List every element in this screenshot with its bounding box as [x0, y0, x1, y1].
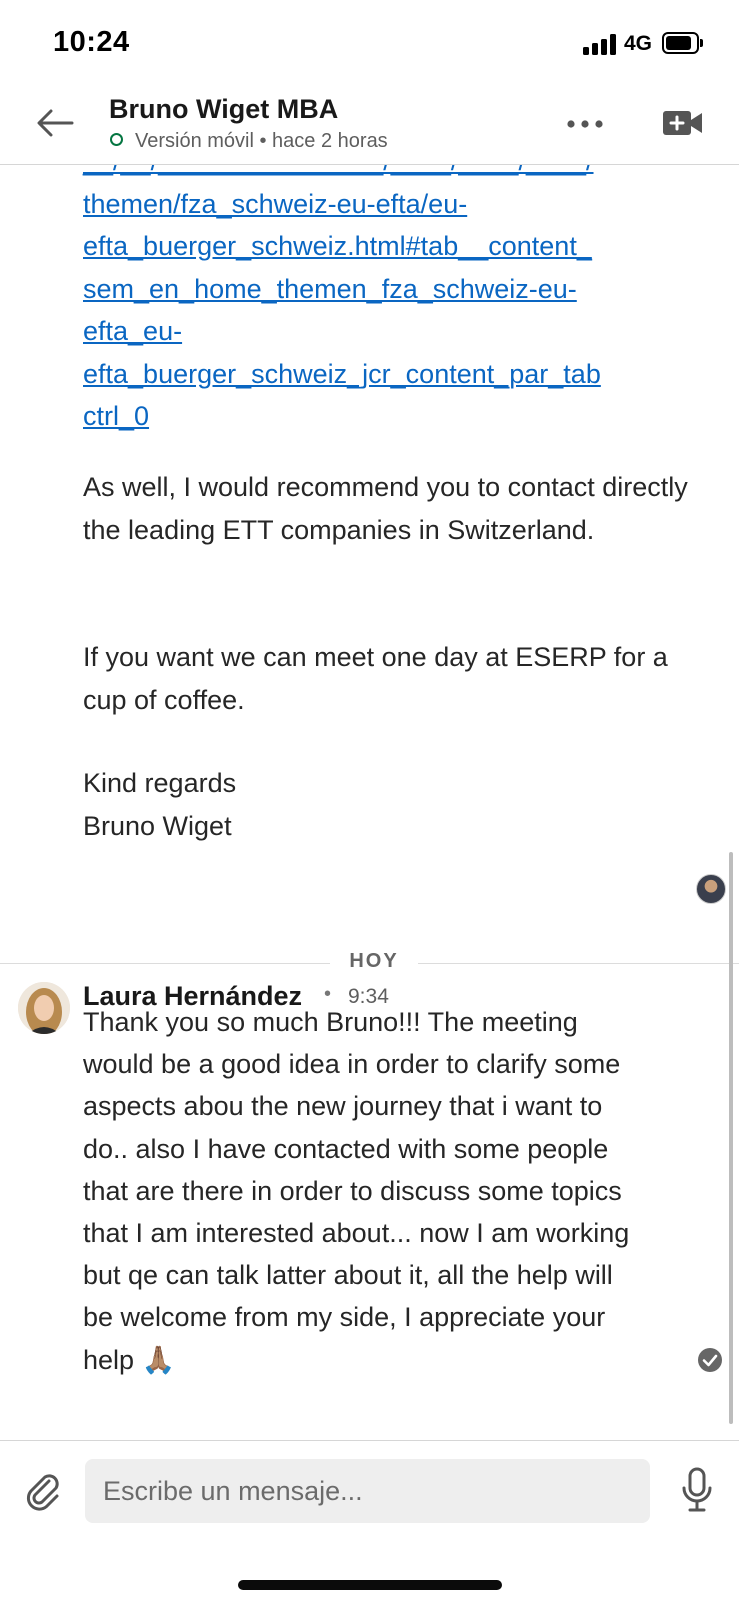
message-line: but qe can talk latter about it, all the… [83, 1260, 613, 1291]
message-signature: Kind regards Bruno Wiget [83, 768, 237, 841]
read-receipt-icon [698, 1348, 722, 1372]
message-line: be welcome from my side, I appreciate yo… [83, 1302, 606, 1333]
more-icon[interactable] [565, 112, 605, 136]
home-indicator[interactable] [238, 1580, 502, 1590]
battery-icon [662, 32, 703, 54]
link-line[interactable]: efta_buerger_schweiz_jcr_content_par_tab [83, 353, 693, 396]
message-line: would be a good idea in order to clarify… [83, 1049, 621, 1080]
message-body: Thank you so much Bruno!!! The meeting w… [83, 1001, 708, 1381]
conversation-header: Bruno Wiget MBA Versión móvil • hace 2 h… [0, 84, 739, 165]
message-paragraph: As well, I would recommend you to contac… [83, 472, 688, 545]
link-line[interactable]: __/__/_______________/____/____/____/ [83, 164, 693, 183]
link-line[interactable]: themen/fza_schweiz-eu-efta/eu- [83, 183, 693, 226]
contact-name[interactable]: Bruno Wiget MBA [109, 94, 338, 125]
message-line: that I am interested about... now I am w… [83, 1218, 630, 1249]
day-divider: HOY [0, 948, 739, 978]
link-line[interactable]: sem_en_home_themen_fza_schweiz-eu- [83, 268, 693, 311]
link-line[interactable]: efta_buerger_schweiz.html#tab__content_ [83, 225, 693, 268]
message-list[interactable]: __/__/_______________/____/____/____/ th… [0, 164, 739, 1440]
message-paragraph: If you want we can meet one day at ESERP… [83, 642, 668, 715]
message-line: help 🙏🏽 [83, 1344, 176, 1375]
link-line[interactable]: ctrl_0 [83, 395, 693, 438]
message-line: that are there in order to discuss some … [83, 1175, 622, 1206]
paperclip-icon[interactable] [22, 1469, 64, 1511]
presence-dot-icon [110, 133, 123, 146]
avatar[interactable] [18, 982, 70, 1034]
network-label: 4G [624, 32, 653, 55]
message-line: Thank you so much Bruno!!! The meeting [83, 1007, 578, 1037]
scrollbar[interactable] [729, 852, 733, 1424]
link-line[interactable]: efta_eu- [83, 310, 693, 353]
back-arrow-icon[interactable] [34, 102, 76, 144]
signal-icon [583, 33, 619, 55]
status-bar: 10:24 4G [0, 0, 739, 84]
day-label: HOY [349, 950, 399, 972]
microphone-icon[interactable] [680, 1467, 714, 1513]
presence-text: Versión móvil • hace 2 horas [135, 130, 388, 152]
message-link[interactable]: __/__/_______________/____/____/____/ th… [83, 164, 693, 438]
compose-bar [0, 1440, 739, 1601]
status-time: 10:24 [53, 26, 130, 58]
presence-status: Versión móvil • hace 2 horas [110, 130, 388, 153]
seen-by-avatar [696, 874, 726, 904]
message-line: aspects abou the new journey that i want… [83, 1091, 603, 1122]
message-line: do.. also I have contacted with some peo… [83, 1133, 609, 1164]
video-call-icon[interactable] [663, 108, 703, 138]
message-input[interactable] [85, 1459, 650, 1523]
